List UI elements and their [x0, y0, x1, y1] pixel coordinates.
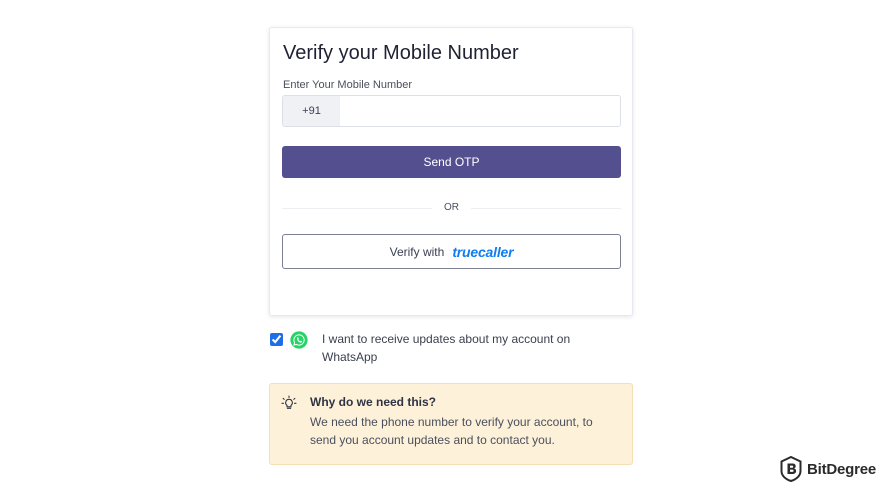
truecaller-logo: truecaller: [452, 243, 514, 260]
whatsapp-icon: [290, 331, 308, 349]
phone-input-group: +91: [282, 95, 621, 127]
bitdegree-watermark: BitDegree: [780, 456, 876, 482]
info-box: Why do we need this? We need the phone n…: [269, 383, 633, 465]
mobile-number-label: Enter Your Mobile Number: [283, 79, 413, 91]
verify-card: Verify your Mobile Number Enter Your Mob…: [269, 27, 633, 316]
whatsapp-consent-checkbox[interactable]: [270, 333, 283, 346]
info-title: Why do we need this?: [310, 395, 437, 409]
mobile-number-input[interactable]: [340, 96, 620, 126]
whatsapp-consent-row: I want to receive updates about my accou…: [270, 330, 630, 370]
or-divider: OR: [282, 201, 621, 215]
lightbulb-icon: [281, 395, 297, 409]
whatsapp-consent-label: I want to receive updates about my accou…: [322, 332, 571, 364]
send-otp-button[interactable]: Send OTP: [282, 146, 621, 178]
bitdegree-wordmark: BitDegree: [807, 460, 877, 478]
bitdegree-logo-icon: [780, 456, 802, 482]
page-title: Verify your Mobile Number: [283, 42, 519, 64]
truecaller-button-text: Verify with: [389, 244, 445, 259]
verify-with-truecaller-button[interactable]: Verify with truecaller: [282, 234, 621, 269]
country-code-prefix: +91: [283, 96, 340, 126]
divider-line-right: [471, 208, 621, 209]
info-body: We need the phone number to verify your …: [310, 415, 593, 447]
